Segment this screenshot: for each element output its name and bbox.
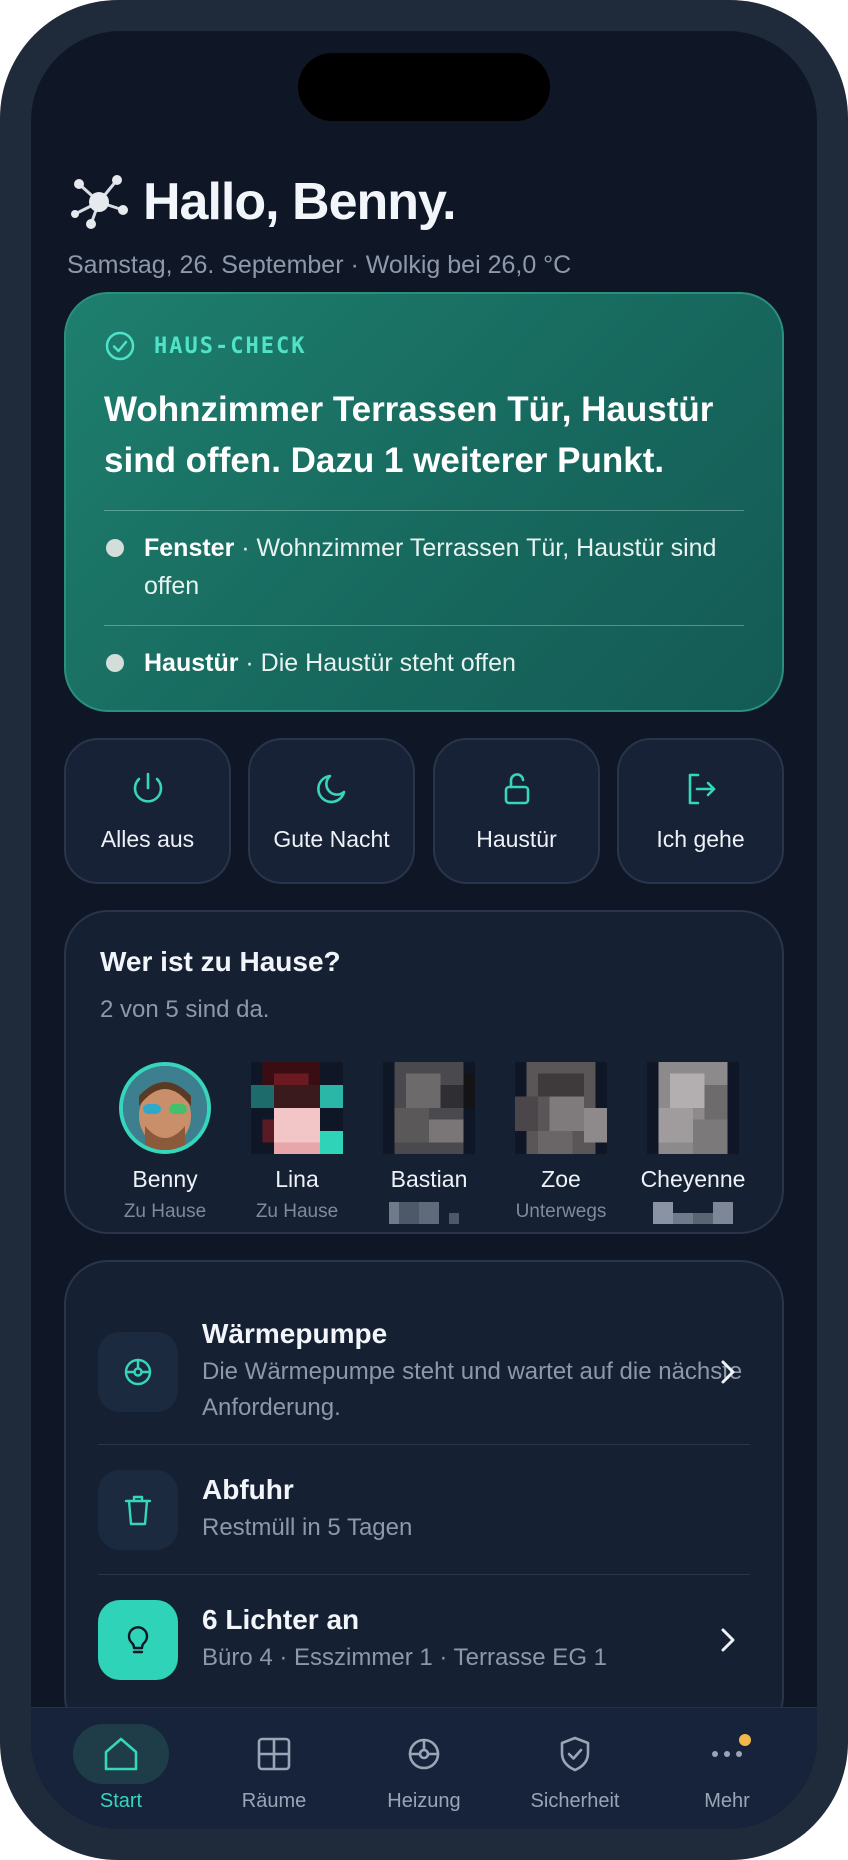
lights-row[interactable]: 6 Lichter an Büro 4 · Esszimmer 1 · Terr…	[98, 1574, 750, 1704]
trash-icon	[124, 1495, 152, 1525]
action-label: Ich gehe	[656, 825, 745, 852]
haus-check-list: Fenster · Wohnzimmer Terrassen Tür, Haus…	[104, 510, 744, 702]
notification-badge	[739, 1734, 751, 1746]
tab-start[interactable]: Start	[61, 1724, 181, 1813]
power-icon	[133, 772, 162, 803]
redacted-status	[389, 1202, 459, 1224]
bottom-nav: Start Räume Heizung Sicherheit Mehr	[31, 1707, 817, 1829]
haus-check-title: Wohnzimmer Terrassen Tür, Haustür sind o…	[104, 390, 714, 480]
chevron-right-icon	[721, 1628, 735, 1651]
action-label: Gute Nacht	[273, 825, 390, 852]
avatar-pixelated	[383, 1062, 475, 1154]
icon-tile	[98, 1469, 178, 1550]
row-subtitle: Restmüll in 5 Tagen	[202, 1513, 413, 1541]
avatar-pixelated	[251, 1062, 343, 1154]
icon-tile	[98, 1599, 178, 1680]
greeting: Hallo, Benny.	[143, 173, 457, 231]
tab-label: Räume	[241, 1790, 307, 1812]
person-name: Lina	[275, 1166, 319, 1192]
check-circle-icon	[105, 331, 135, 361]
person-name: Cheyenne	[640, 1166, 746, 1192]
heat-pump-row[interactable]: Wärmepumpe Die Wärmepumpe steht und wart…	[98, 1300, 750, 1444]
person-lina[interactable]: Lina Zu Hause	[232, 1062, 362, 1223]
lightbulb-icon	[127, 1625, 149, 1653]
front-door-button[interactable]: Haustür	[433, 738, 600, 884]
item-label: Fenster	[144, 534, 235, 562]
row-title: 6 Lichter an	[202, 1603, 360, 1635]
person-status: Zu Hause	[123, 1201, 207, 1222]
status-list: Wärmepumpe Die Wärmepumpe steht und wart…	[64, 1260, 784, 1740]
exit-icon	[688, 773, 715, 804]
presence-card: Wer ist zu Hause? 2 von 5 sind da. Benny…	[64, 910, 784, 1234]
action-label: Alles aus	[100, 825, 195, 852]
people-row: Benny Zu Hause Lina Zu Hause Bastian Zoe…	[100, 1062, 760, 1224]
date-weather: Samstag, 26. September · Wolkig bei 26,0…	[67, 251, 572, 279]
row-title: Wärmepumpe	[202, 1318, 388, 1349]
hub-logo-icon	[71, 175, 128, 229]
avatar	[515, 1062, 607, 1154]
person-name: Zoe	[541, 1166, 581, 1192]
avatar-pixelated	[515, 1062, 607, 1154]
person-name: Bastian	[390, 1166, 468, 1192]
home-icon	[104, 1737, 138, 1771]
chevron-right-icon	[721, 1360, 735, 1384]
good-night-button[interactable]: Gute Nacht	[248, 738, 415, 884]
person-benny[interactable]: Benny Zu Hause	[100, 1062, 230, 1223]
tab-security[interactable]: Sicherheit	[515, 1724, 635, 1813]
tab-label: Start	[99, 1790, 143, 1812]
all-off-button[interactable]: Alles aus	[64, 738, 231, 884]
tab-rooms[interactable]: Räume	[214, 1724, 334, 1813]
avatar	[119, 1062, 211, 1154]
row-subtitle: Die Wärmepumpe steht und wartet auf die …	[202, 1358, 743, 1421]
bullet-dot	[106, 539, 124, 557]
tab-label: Heizung	[387, 1790, 461, 1812]
row-subtitle: Büro 4 · Esszimmer 1 · Terrasse EG 1	[202, 1643, 607, 1671]
bullet-dot	[106, 654, 124, 672]
moon-icon	[316, 774, 345, 803]
avatar-photo	[123, 1066, 207, 1150]
icon-tile	[98, 1332, 178, 1412]
avatar	[647, 1062, 739, 1154]
tab-label: Sicherheit	[530, 1790, 620, 1812]
tab-more[interactable]: Mehr	[667, 1724, 787, 1813]
action-label: Haustür	[476, 825, 557, 852]
heating-icon	[408, 1738, 440, 1770]
person-status: Unterwegs	[515, 1201, 607, 1222]
redacted-status	[653, 1202, 733, 1224]
presence-summary: 2 von 5 sind da.	[100, 996, 270, 1023]
target-icon	[124, 1358, 152, 1386]
tab-heating[interactable]: Heizung	[364, 1724, 484, 1813]
haus-check-card[interactable]: HAUS-CHECK Wohnzimmer Terrassen Tür, Hau…	[64, 292, 784, 712]
waste-collection-row[interactable]: Abfuhr Restmüll in 5 Tagen	[98, 1444, 750, 1574]
row-title: Abfuhr	[202, 1473, 294, 1505]
avatar-pixelated	[647, 1062, 739, 1154]
item-text: · Die Haustür steht offen	[238, 649, 516, 677]
avatar	[383, 1062, 475, 1154]
person-zoe[interactable]: Zoe Unterwegs	[496, 1062, 626, 1223]
person-name: Benny	[132, 1166, 198, 1192]
person-status: Zu Hause	[255, 1201, 339, 1222]
quick-actions: Alles aus Gute Nacht Haustür Ich gehe	[64, 738, 784, 884]
person-cheyenne[interactable]: Cheyenne	[628, 1062, 758, 1229]
item-label: Haustür	[144, 649, 239, 677]
presence-title: Wer ist zu Hause?	[100, 946, 341, 977]
tab-label: Mehr	[704, 1790, 750, 1812]
dynamic-island	[298, 53, 550, 121]
haus-check-label: HAUS-CHECK	[154, 333, 307, 359]
unlock-icon	[504, 772, 529, 804]
haus-check-item: Haustür · Die Haustür steht offen	[104, 625, 744, 702]
phone-frame: Hallo, Benny. Samstag, 26. September · W…	[0, 0, 848, 1860]
shield-icon	[560, 1736, 590, 1772]
rooms-icon	[257, 1737, 291, 1771]
avatar	[251, 1062, 343, 1154]
haus-check-item: Fenster · Wohnzimmer Terrassen Tür, Haus…	[104, 511, 744, 625]
leaving-button[interactable]: Ich gehe	[617, 738, 784, 884]
header: Hallo, Benny. Samstag, 26. September · W…	[67, 161, 787, 280]
person-bastian[interactable]: Bastian	[364, 1062, 494, 1229]
app-screen: Hallo, Benny. Samstag, 26. September · W…	[31, 31, 817, 1829]
